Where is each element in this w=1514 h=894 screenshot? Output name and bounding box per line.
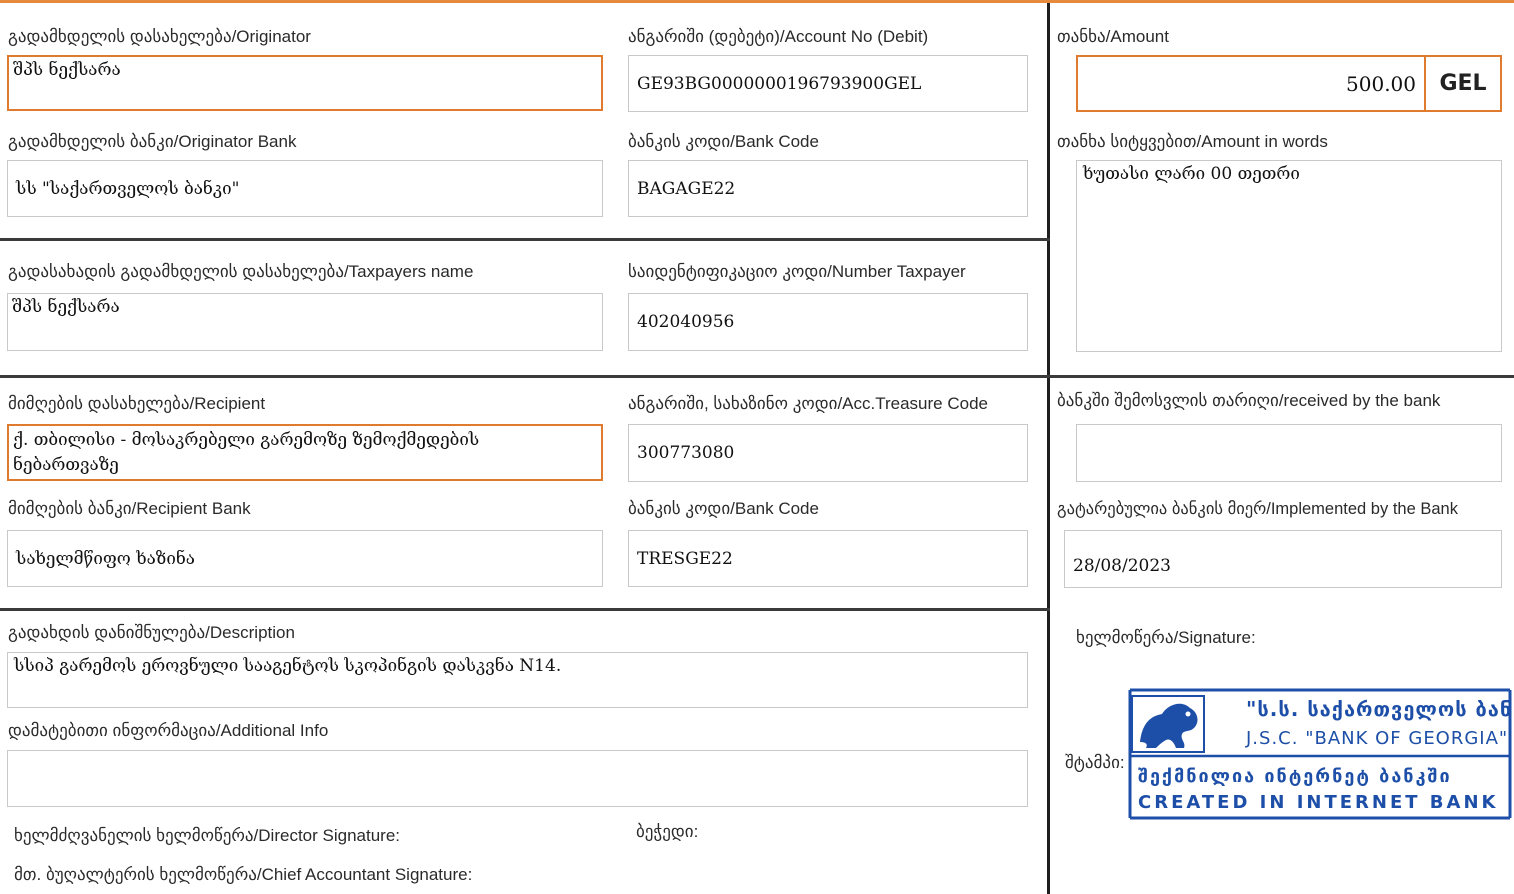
amount-value: 500.00: [1346, 71, 1416, 96]
stamp-text-en-bottom: CREATED IN INTERNET BANK: [1138, 792, 1498, 813]
originator-bank-field[interactable]: სს "საქართველოს ბანკი": [7, 160, 603, 217]
seal-label: ბეჭედი:: [636, 822, 699, 841]
taxpayer-name-label: გადასახადის გადამხდელის დასახელება/Taxpa…: [8, 262, 474, 281]
taxpayer-number-value: 402040956: [637, 312, 735, 332]
amount-words-value: ხუთასი ლარი 00 თეთრი: [1083, 164, 1300, 184]
received-date-field[interactable]: [1076, 424, 1502, 482]
currency-badge: GEL: [1424, 57, 1500, 110]
account-debit-field[interactable]: GE93BG0000000196793900GEL: [628, 55, 1028, 112]
column-divider: [1047, 3, 1050, 894]
originator-field[interactable]: შპს ნექსარა: [7, 55, 603, 111]
recipient-bank-label: მიმღების ბანკი/Recipient Bank: [8, 499, 251, 518]
recipient-value-line-1: ქ. თბილისი - მოსაკრებელი გარემოზე ზემოქმ…: [13, 430, 480, 450]
amount-label: თანხა/Amount: [1057, 27, 1169, 46]
stamp-text-en-top: J.S.C. "BANK OF GEORGIA": [1245, 728, 1508, 749]
taxpayer-name-field[interactable]: შპს ნექსარა: [7, 293, 603, 351]
treasury-code-value: 300773080: [637, 443, 735, 463]
amount-field[interactable]: 500.00 GEL: [1076, 55, 1502, 112]
recipient-bank-value: სახელმწიფო ხაზინა: [16, 548, 195, 569]
bank-code-2-value: TRESGE22: [637, 548, 733, 569]
account-debit-value: GE93BG0000000196793900GEL: [637, 73, 922, 94]
implemented-value: 28/08/2023: [1073, 555, 1171, 576]
taxpayer-name-value: შპს ნექსარა: [12, 297, 120, 317]
director-signature-label: ხელმძღვანელის ხელმოწერა/Director Signatu…: [14, 826, 401, 845]
account-debit-label: ანგარიში (დებეტი)/Account No (Debit): [628, 27, 929, 46]
description-value: სსიპ გარემოს ეროვნული სააგენტოს სკოპინგი…: [14, 656, 562, 676]
section-separator-1: [0, 238, 1050, 241]
implemented-field[interactable]: 28/08/2023: [1064, 530, 1502, 588]
recipient-value-line-2: ნებართვაზე: [13, 455, 119, 475]
implemented-label: გატარებულია ბანკის მიერ/Implemented by t…: [1057, 500, 1458, 518]
bank-stamp: "ს.ს. საქართველოს ბანკი" J.S.C. "BANK OF…: [1124, 686, 1514, 822]
section-separator-2: [0, 375, 1514, 378]
bank-code-1-value: BAGAGE22: [637, 178, 736, 199]
bank-code-1-field[interactable]: BAGAGE22: [628, 160, 1028, 217]
description-field[interactable]: სსიპ გარემოს ეროვნული სააგენტოს სკოპინგი…: [7, 652, 1028, 708]
accountant-signature-label: მთ. ბუღალტერის ხელმოწერა/Chief Accountan…: [14, 865, 473, 884]
bank-code-2-field[interactable]: TRESGE22: [628, 530, 1028, 587]
additional-info-label: დამატებითი ინფორმაცია/Additional Info: [8, 721, 329, 740]
originator-value: შპს ნექსარა: [13, 60, 121, 80]
taxpayer-number-label: საიდენტიფიკაციო კოდი/Number Taxpayer: [628, 262, 966, 281]
recipient-field[interactable]: ქ. თბილისი - მოსაკრებელი გარემოზე ზემოქმ…: [7, 424, 603, 481]
recipient-bank-field[interactable]: სახელმწიფო ხაზინა: [7, 530, 603, 587]
recipient-value: ქ. თბილისი - მოსაკრებელი გარემოზე ზემოქმ…: [13, 428, 593, 478]
top-border: [0, 0, 1514, 3]
stamp-text-ge-bottom: შექმნილია ინტერნეტ ბანკში: [1138, 766, 1452, 787]
bank-code-2-label: ბანკის კოდი/Bank Code: [628, 499, 819, 518]
originator-bank-label: გადამხდელის ბანკი/Originator Bank: [8, 132, 297, 151]
recipient-label: მიმღების დასახელება/Recipient: [8, 394, 266, 413]
treasury-code-label: ანგარიში, სახაზინო კოდი/Acc.Treasure Cod…: [628, 394, 988, 413]
originator-label: გადამხდელის დასახელება/Originator: [8, 27, 311, 46]
taxpayer-number-field[interactable]: 402040956: [628, 293, 1028, 351]
signature-label: ხელმოწერა/Signature:: [1076, 628, 1256, 647]
treasury-code-field[interactable]: 300773080: [628, 424, 1028, 482]
additional-info-field[interactable]: [7, 750, 1028, 807]
received-date-label: ბანკში შემოსვლის თარიღი/received by the …: [1057, 391, 1441, 410]
originator-bank-value: სს "საქართველოს ბანკი": [16, 178, 240, 199]
stamp-label: შტამპი:: [1065, 753, 1125, 772]
description-label: გადახდის დანიშნულება/Description: [8, 623, 295, 642]
amount-words-label: თანხა სიტყვებით/Amount in words: [1057, 132, 1328, 151]
lion-logo-icon: [1131, 695, 1205, 753]
section-separator-3: [0, 608, 1050, 611]
amount-words-field[interactable]: ხუთასი ლარი 00 თეთრი: [1076, 160, 1502, 352]
stamp-text-ge-top: "ს.ს. საქართველოს ბანკი": [1246, 697, 1512, 721]
bank-code-1-label: ბანკის კოდი/Bank Code: [628, 132, 819, 151]
